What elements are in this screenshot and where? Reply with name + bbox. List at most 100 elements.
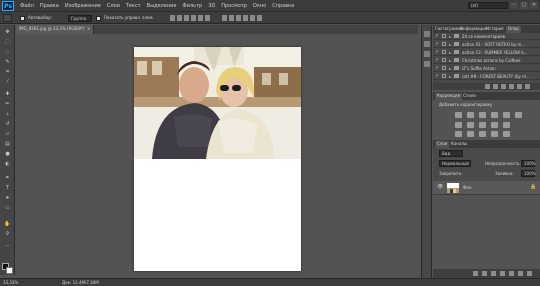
action-dialog-toggle[interactable] [442,58,446,62]
fill-input[interactable]: 100% [521,170,535,177]
align-right-icon[interactable] [205,15,210,21]
posterize-icon[interactable] [467,131,474,137]
distribute-right-icon[interactable] [257,15,262,21]
distribute-middle-icon[interactable] [229,15,234,21]
action-set-row[interactable]: ✓ ▸ (ot) #8 - FOREST BEAUTY (by m... [433,73,540,80]
hue-saturation-icon[interactable] [515,112,522,118]
document-info[interactable]: Док: 12,4M/7,30M [62,280,99,286]
action-check-icon[interactable]: ✓ [435,57,439,64]
align-bottom-icon[interactable] [184,15,189,21]
layer-style-icon[interactable] [482,271,487,276]
color-balance-icon[interactable] [455,122,462,128]
blur-tool-icon[interactable]: ● [4,151,11,157]
expand-arrow-icon[interactable]: ▸ [449,41,451,48]
action-set-row[interactable]: ✓ ▸ action 01 - SOFT RETRO by m... [433,41,540,48]
action-set-row[interactable]: ✓ ▸ Christmas actions by Caifbee [433,57,540,64]
distribute-center-icon[interactable] [250,15,255,21]
new-action-icon[interactable] [517,84,522,89]
crop-tool-icon[interactable]: ⌗ [4,69,11,75]
new-group-icon[interactable] [509,271,514,276]
auto-select-dropdown[interactable]: Группа [68,15,92,22]
action-check-icon[interactable]: ✓ [435,33,439,40]
delete-icon[interactable] [525,84,530,89]
eraser-tool-icon[interactable]: ▱ [4,131,11,137]
layer-name[interactable]: Фон [463,185,472,191]
transform-controls-checkbox[interactable] [96,16,101,21]
clone-stamp-tool-icon[interactable]: ⊥ [4,111,11,117]
more-tools-icon[interactable]: ⋯ [4,243,11,249]
menu-window[interactable]: Окно [253,2,266,10]
character-panel-icon[interactable] [424,61,430,67]
exposure-icon[interactable] [491,112,498,118]
action-check-icon[interactable]: ✓ [435,41,439,48]
expand-arrow-icon[interactable]: ▸ [449,73,451,80]
quick-select-tool-icon[interactable]: ✎ [4,59,11,65]
brush-tool-icon[interactable]: ✏ [4,101,11,107]
zoom-tool-icon[interactable]: ⚲ [4,231,11,237]
type-tool-icon[interactable]: T [4,185,11,191]
menu-view[interactable]: Просмотр [221,2,247,10]
invert-icon[interactable] [455,131,462,137]
channel-mixer-icon[interactable] [491,122,498,128]
action-dialog-toggle[interactable] [442,34,446,38]
expand-arrow-icon[interactable]: ▸ [449,33,451,40]
action-check-icon[interactable]: ✓ [435,73,439,80]
close-button[interactable]: ✕ [530,2,538,9]
stop-icon[interactable] [485,84,490,89]
background-color-swatch[interactable] [6,267,13,274]
expand-arrow-icon[interactable]: ▸ [449,65,451,72]
eye-icon[interactable]: 👁 [437,184,443,191]
distribute-left-icon[interactable] [243,15,248,21]
menu-help[interactable]: Справка [272,2,294,10]
align-middle-icon[interactable] [177,15,182,21]
action-set-row[interactable]: ✓ ▸ 24 се комментариев [433,33,540,40]
opacity-input[interactable]: 100% [521,160,535,167]
expand-arrow-icon[interactable]: ▸ [449,57,451,64]
menu-layers[interactable]: Слои [107,2,120,10]
menu-image[interactable]: Изображение [65,2,101,10]
threshold-icon[interactable] [479,131,486,137]
menu-filter[interactable]: Фильтр [182,2,202,10]
play-icon[interactable] [501,84,506,89]
tab-info[interactable]: Информация [460,26,487,32]
align-center-icon[interactable] [198,15,203,21]
blend-mode-dropdown[interactable]: Нормальный [439,160,471,167]
menu-select[interactable]: Выделение [147,2,177,10]
auto-select-checkbox[interactable] [20,16,25,21]
healing-brush-tool-icon[interactable]: ✚ [4,91,11,97]
new-layer-icon[interactable] [518,271,523,276]
black-white-icon[interactable] [467,122,474,128]
move-tool-preset-icon[interactable] [3,14,12,22]
minimize-button[interactable]: – [510,2,518,9]
document-tab[interactable]: IMG_9261.jpg @ 33,3% (RGB/8*) × [16,25,94,34]
action-dialog-toggle[interactable] [442,50,446,54]
distribute-top-icon[interactable] [222,15,227,21]
rectangle-tool-icon[interactable]: ▭ [4,205,11,211]
vibrance-icon[interactable] [503,112,510,118]
action-dialog-toggle[interactable] [442,42,446,46]
maximize-button[interactable]: □ [520,2,528,9]
new-adjustment-layer-icon[interactable] [500,271,505,276]
new-set-icon[interactable] [509,84,514,89]
menu-type[interactable]: Текст [126,2,141,10]
tab-histogram[interactable]: Гистограмма [435,26,463,32]
lasso-tool-icon[interactable]: ◌ [4,49,11,55]
action-check-icon[interactable]: ✓ [435,49,439,56]
brightness-contrast-icon[interactable] [455,112,462,118]
align-left-icon[interactable] [191,15,196,21]
record-icon[interactable] [493,84,498,89]
eyedropper-tool-icon[interactable]: ⁄ [4,79,11,85]
history-panel-icon[interactable] [424,31,430,37]
action-set-row[interactable]: ✓ ▸ action 13 - SUMMER YELLOW b... [433,49,540,56]
expand-arrow-icon[interactable]: ▸ [449,49,451,56]
selective-color-icon[interactable] [503,131,510,137]
align-top-icon[interactable] [170,15,175,21]
distribute-bottom-icon[interactable] [236,15,241,21]
delete-layer-icon[interactable] [527,271,532,276]
tab-channels[interactable]: Каналы [451,141,467,147]
menu-3d[interactable]: 3D [208,2,215,10]
action-set-row[interactable]: ✓ ▸ LT's Soffie Action [433,65,540,72]
layer-row-background[interactable]: 👁 Фон 🔒 [433,181,540,195]
action-dialog-toggle[interactable] [442,66,446,70]
link-layers-icon[interactable] [473,271,478,276]
